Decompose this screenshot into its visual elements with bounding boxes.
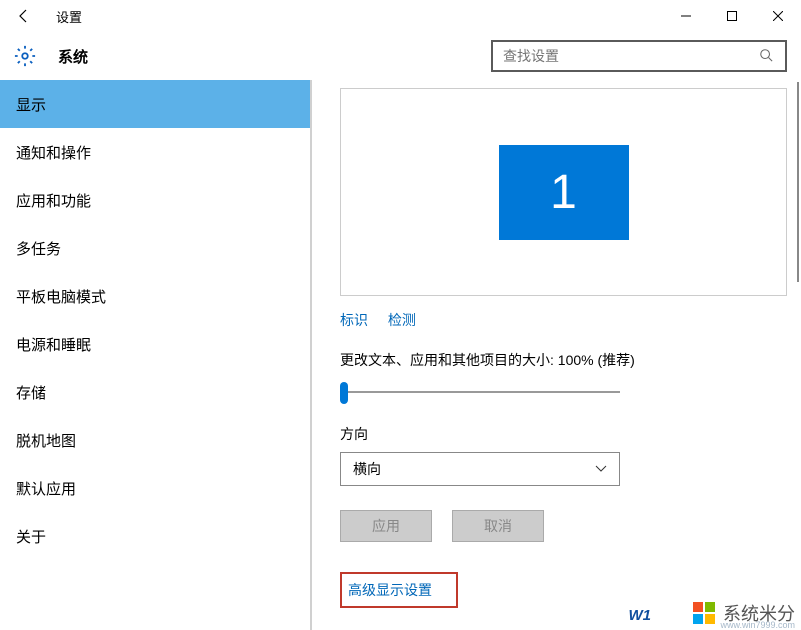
sidebar-item-4[interactable]: 平板电脑模式 <box>0 272 312 320</box>
display-links: 标识 检测 <box>340 310 787 330</box>
orientation-select[interactable]: 横向 <box>340 452 620 486</box>
sidebar-item-6[interactable]: 存储 <box>0 368 312 416</box>
sidebar-item-7[interactable]: 脱机地图 <box>0 416 312 464</box>
orientation-value: 横向 <box>353 459 381 479</box>
sidebar-item-8[interactable]: 默认应用 <box>0 464 312 512</box>
button-row: 应用 取消 <box>340 510 787 542</box>
back-button[interactable] <box>0 0 48 32</box>
scale-label: 更改文本、应用和其他项目的大小: 100% (推荐) <box>340 350 787 370</box>
sidebar-item-9[interactable]: 关于 <box>0 512 312 560</box>
search-icon <box>759 48 775 64</box>
sidebar: 显示通知和操作应用和功能多任务平板电脑模式电源和睡眠存储脱机地图默认应用关于 <box>0 80 312 630</box>
cancel-button[interactable]: 取消 <box>452 510 544 542</box>
titlebar: 设置 <box>0 0 801 32</box>
windows-logo-icon <box>693 602 715 624</box>
monitor-1[interactable]: 1 <box>499 145 629 240</box>
watermark-url: www.win7999.com <box>720 620 795 630</box>
orientation-label: 方向 <box>340 424 787 444</box>
slider-thumb[interactable] <box>340 382 348 404</box>
header: 系统 <box>0 32 801 80</box>
scale-slider[interactable] <box>340 382 620 402</box>
scrollbar[interactable] <box>789 80 801 630</box>
scroll-thumb[interactable] <box>797 82 799 282</box>
content: 显示通知和操作应用和功能多任务平板电脑模式电源和睡眠存储脱机地图默认应用关于 1… <box>0 80 801 630</box>
advanced-highlight: 高级显示设置 <box>340 572 458 608</box>
identify-link[interactable]: 标识 <box>340 312 368 328</box>
sidebar-item-5[interactable]: 电源和睡眠 <box>0 320 312 368</box>
detect-link[interactable]: 检测 <box>388 312 416 328</box>
minimize-button[interactable] <box>663 0 709 32</box>
main-panel: 1 标识 检测 更改文本、应用和其他项目的大小: 100% (推荐) 方向 横向… <box>312 80 801 630</box>
gear-icon <box>14 45 36 67</box>
close-button[interactable] <box>755 0 801 32</box>
chevron-down-icon <box>595 462 607 476</box>
window-title: 设置 <box>56 7 82 26</box>
monitor-preview: 1 <box>340 88 787 296</box>
sidebar-item-3[interactable]: 多任务 <box>0 224 312 272</box>
maximize-button[interactable] <box>709 0 755 32</box>
window-controls <box>663 0 801 32</box>
apply-button[interactable]: 应用 <box>340 510 432 542</box>
page-title: 系统 <box>58 46 88 67</box>
search-input[interactable] <box>503 48 759 64</box>
slider-track <box>340 391 620 393</box>
sidebar-item-2[interactable]: 应用和功能 <box>0 176 312 224</box>
search-box[interactable] <box>491 40 787 72</box>
sidebar-item-1[interactable]: 通知和操作 <box>0 128 312 176</box>
watermark-wt: W1 <box>629 607 652 624</box>
sidebar-item-0[interactable]: 显示 <box>0 80 312 128</box>
advanced-display-link[interactable]: 高级显示设置 <box>348 582 432 598</box>
